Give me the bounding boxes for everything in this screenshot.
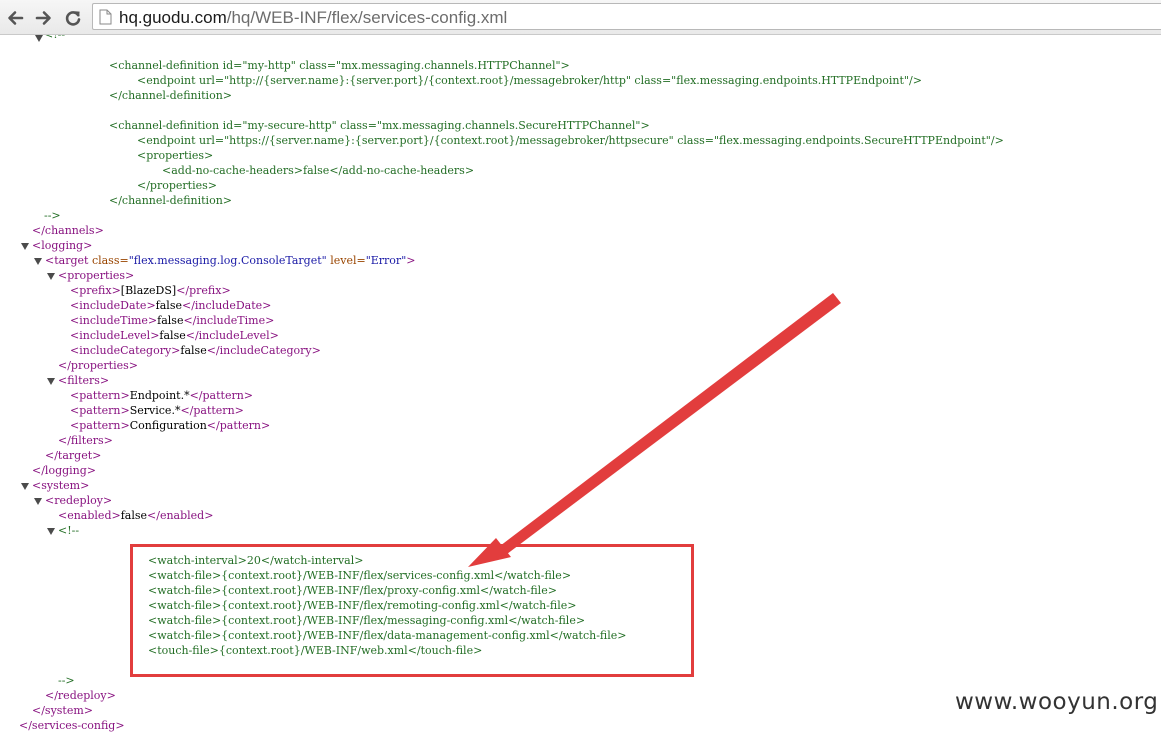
url-text: hq.guodu.com/hq/WEB-INF/flex/services-co… <box>119 8 507 28</box>
url-host: hq.guodu.com <box>119 8 227 27</box>
page-icon <box>99 9 112 25</box>
annotation-arrow-icon <box>468 293 841 567</box>
watermark: www.wooyun.org <box>955 689 1159 715</box>
forward-arrow-icon <box>35 11 51 25</box>
xml-viewer: <!-- <channel-definition id="my-http" cl… <box>0 35 1161 733</box>
back-button[interactable] <box>4 7 26 29</box>
address-bar[interactable]: hq.guodu.com/hq/WEB-INF/flex/services-co… <box>92 3 1161 30</box>
forward-button[interactable] <box>33 7 55 29</box>
reload-button[interactable] <box>62 7 84 29</box>
reload-icon <box>65 11 81 26</box>
browser-toolbar: hq.guodu.com/hq/WEB-INF/flex/services-co… <box>0 0 1161 35</box>
back-arrow-icon <box>8 11 24 25</box>
url-path: /hq/WEB-INF/flex/services-config.xml <box>226 8 508 27</box>
